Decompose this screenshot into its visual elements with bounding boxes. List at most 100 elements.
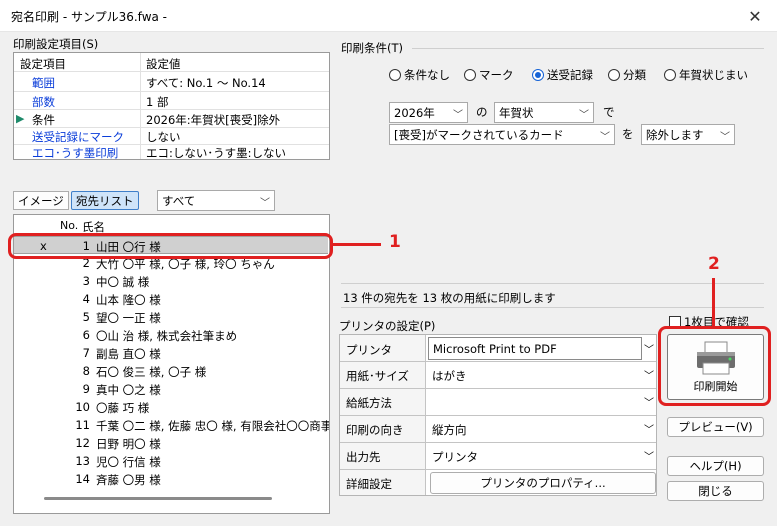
- row-number: 3: [82, 274, 90, 288]
- radio-mark[interactable]: マーク: [464, 67, 514, 83]
- chevron-down-icon[interactable]: ﹀: [644, 448, 654, 463]
- chevron-down-icon[interactable]: ﹀: [644, 367, 654, 382]
- row-name: 日野 明〇 様: [96, 437, 161, 451]
- paper-size-label: 用紙･サイズ: [346, 369, 409, 383]
- radio-category[interactable]: 分類: [608, 67, 646, 83]
- tab-address-list[interactable]: 宛先リスト: [71, 191, 139, 210]
- callout-number-1: 1: [389, 232, 401, 252]
- chevron-down-icon[interactable]: ﹀: [644, 341, 654, 356]
- settings-item-copies[interactable]: 部数: [32, 94, 55, 110]
- list-item[interactable]: 6 〇山 治 様, 株式会社筆まめ: [14, 326, 328, 344]
- settings-item-condition[interactable]: 条件: [32, 112, 55, 128]
- tab-image[interactable]: イメージ: [13, 191, 69, 210]
- window-title: 宛名印刷 - サンプル36.fwa -: [11, 10, 168, 24]
- settings-item-range[interactable]: 範囲: [32, 75, 55, 91]
- filter-select[interactable]: すべて ﹀: [157, 190, 275, 211]
- close-icon[interactable]: ✕: [741, 2, 769, 30]
- highlight-box-1: [8, 233, 333, 259]
- callout-number-2: 2: [708, 254, 720, 274]
- settings-value-copies: 1 部: [146, 95, 169, 109]
- printer-properties-button[interactable]: プリンタのプロパティ...: [430, 472, 656, 494]
- radio-nenga-end[interactable]: 年賀状じまい: [664, 67, 748, 83]
- settings-value-condition: 2026年:年賀状[喪受]除外: [146, 113, 281, 127]
- chevron-down-icon: ﹀: [453, 110, 463, 121]
- radio-dot: [664, 69, 676, 81]
- radio-dot: [389, 69, 401, 81]
- list-item[interactable]: 11 千葉 〇二 様, 佐藤 忠〇 様, 有限会社〇〇商事: [14, 416, 330, 434]
- orientation-label: 印刷の向き: [346, 423, 404, 437]
- printer-group-label: プリンタの設定(P): [339, 319, 436, 333]
- row-number: 12: [75, 436, 90, 450]
- row-number: 4: [82, 292, 90, 306]
- row-number: 13: [75, 454, 90, 468]
- printer-settings-table: プリンタ Microsoft Print to PDF ﹀ 用紙･サイズ はがき…: [339, 334, 657, 496]
- row-name: 石〇 俊三 様, 〇子 様: [96, 365, 207, 379]
- list-item[interactable]: 5 望〇 一正 様: [14, 308, 328, 326]
- help-button[interactable]: ヘルプ(H): [667, 456, 764, 476]
- radio-no-condition[interactable]: 条件なし: [389, 67, 450, 83]
- chevron-down-icon[interactable]: ﹀: [644, 394, 654, 409]
- row-name: 望〇 一正 様: [96, 311, 161, 325]
- row-name: 千葉 〇二 様, 佐藤 忠〇 様, 有限会社〇〇商事: [96, 419, 330, 433]
- printer-select[interactable]: Microsoft Print to PDF: [428, 337, 642, 360]
- settings-value-eco: エコ:しない･うす墨:しない: [146, 146, 286, 160]
- settings-col-value: 設定値: [146, 57, 181, 71]
- action-select[interactable]: 除外します ﹀: [641, 124, 735, 145]
- radio-record[interactable]: 送受記録: [532, 67, 593, 83]
- settings-table: 設定項目 設定値 範囲 すべて: No.1 〜 No.14 部数 1 部 ▶ 条…: [13, 52, 330, 160]
- chevron-down-icon: ﹀: [579, 110, 589, 121]
- row-name: 副島 直〇 様: [96, 347, 161, 361]
- close-button[interactable]: 閉じる: [667, 481, 764, 501]
- output-label: 出力先: [346, 450, 381, 464]
- chevron-down-icon[interactable]: ﹀: [644, 421, 654, 436]
- callout-line-1: [333, 243, 381, 246]
- list-item[interactable]: 9 真中 〇之 様: [14, 380, 328, 398]
- mark-condition-select[interactable]: [喪受]がマークされているカード ﹀: [389, 124, 615, 145]
- row-number: 5: [82, 310, 90, 324]
- list-item[interactable]: 14 斉藤 〇男 様: [14, 470, 328, 488]
- preview-button[interactable]: プレビュー(V): [667, 417, 764, 437]
- particle-de: で: [603, 105, 615, 119]
- highlight-box-2: [658, 326, 771, 406]
- conditions-group-label: 印刷条件(T): [341, 41, 403, 55]
- year-select[interactable]: 2026年 ﹀: [389, 102, 468, 123]
- paper-source-label: 給紙方法: [346, 396, 392, 410]
- detail-label: 詳細設定: [346, 477, 392, 491]
- list-item[interactable]: 3 中〇 誠 様: [14, 272, 328, 290]
- list-rows: x 1 山田 〇行 様 2 大竹 〇平 様, 〇子 様, 玲〇 ちゃん 3 中〇 誠 様4山…: [14, 236, 330, 488]
- title-bar: 宛名印刷 - サンプル36.fwa - ✕: [0, 0, 777, 32]
- settings-col-item: 設定項目: [20, 57, 66, 71]
- row-name: 斉藤 〇男 様: [96, 473, 161, 487]
- output-value[interactable]: プリンタ: [432, 449, 478, 465]
- row-number: 14: [75, 472, 90, 486]
- settings-value-record-mark: しない: [146, 130, 181, 144]
- current-row-arrow-icon: ▶: [16, 112, 25, 125]
- list-item[interactable]: 7 副島 直〇 様: [14, 344, 328, 362]
- address-list[interactable]: No. 氏名 x 1 山田 〇行 様 2 大竹 〇平 様, 〇子 様, 玲〇 ちゃん 3 中…: [13, 214, 330, 514]
- list-item[interactable]: 13 児〇 行信 様: [14, 452, 328, 470]
- horizontal-scrollbar[interactable]: [44, 497, 272, 500]
- particle-no: の: [476, 105, 488, 119]
- radio-dot: [464, 69, 476, 81]
- list-item[interactable]: 12 日野 明〇 様: [14, 434, 328, 452]
- list-item[interactable]: 10 〇藤 巧 様: [14, 398, 328, 416]
- orientation-value[interactable]: 縦方向: [432, 422, 467, 438]
- row-number: 11: [75, 418, 90, 432]
- radio-dot-selected: [532, 69, 544, 81]
- card-type-select[interactable]: 年賀状 ﹀: [494, 102, 594, 123]
- settings-value-range: すべて: No.1 〜 No.14: [146, 76, 266, 90]
- paper-size-value[interactable]: はがき: [432, 368, 467, 384]
- row-name: 真中 〇之 様: [96, 383, 161, 397]
- chevron-down-icon: ﹀: [720, 132, 730, 143]
- chevron-down-icon: ﹀: [600, 132, 610, 143]
- list-item[interactable]: 4 山本 隆〇 様: [14, 290, 328, 308]
- row-name: 中〇 誠 様: [96, 275, 150, 289]
- print-summary: 13 件の宛先を 13 枚の用紙に印刷します: [343, 291, 556, 305]
- row-number: 6: [82, 328, 90, 342]
- row-name: 〇山 治 様, 株式会社筆まめ: [96, 329, 238, 343]
- settings-item-eco[interactable]: エコ･うす墨印刷: [32, 145, 118, 161]
- particle-wo: を: [622, 127, 634, 141]
- printer-label: プリンタ: [346, 343, 392, 357]
- settings-item-record-mark[interactable]: 送受記録にマーク: [32, 129, 124, 145]
- list-item[interactable]: 8 石〇 俊三 様, 〇子 様: [14, 362, 328, 380]
